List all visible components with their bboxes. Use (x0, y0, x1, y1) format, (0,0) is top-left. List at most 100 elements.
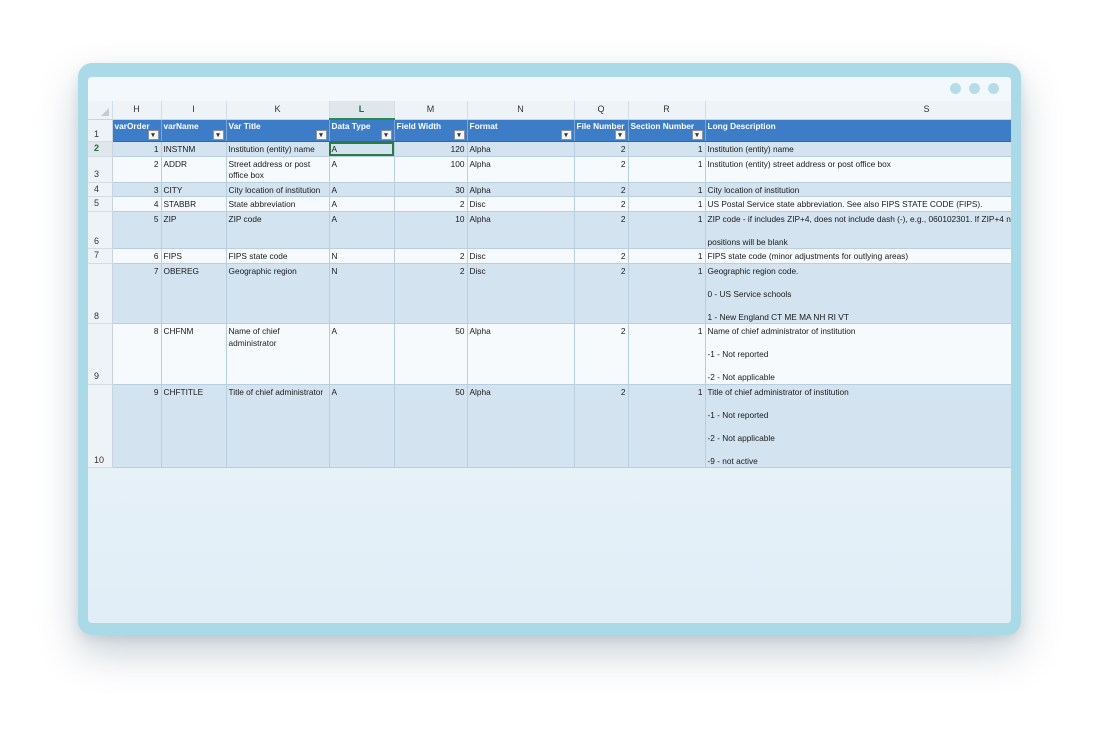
cell-format[interactable]: Disc (467, 263, 575, 324)
cell-format[interactable]: Alpha (467, 141, 575, 157)
cell-fieldwidth[interactable]: 2 (394, 196, 468, 212)
cell-vartitle[interactable]: Institution (entity) name (226, 141, 330, 157)
header-cell[interactable]: Section Number ▾ (628, 119, 706, 142)
cell-long-description[interactable]: Geographic region code. 0 - US Service sc… (705, 263, 1011, 324)
cell-long-description[interactable]: Institution (entity) name (705, 141, 1011, 157)
cell-filenumber[interactable]: 2 (574, 323, 629, 385)
cell-vartitle[interactable]: Street address or post office box (226, 156, 330, 183)
cell-datatype[interactable]: A (329, 196, 395, 212)
filter-dropdown-icon[interactable]: ▾ (691, 130, 703, 140)
cell-format[interactable]: Alpha (467, 384, 575, 468)
cell-long-description[interactable]: FIPS state code (minor adjustments for o… (705, 248, 1011, 264)
row-number[interactable]: 7 (88, 248, 113, 264)
column-header-k[interactable]: K (226, 101, 330, 120)
cell-long-description[interactable]: Title of chief administrator of institut… (705, 384, 1011, 468)
cell-format[interactable]: Alpha (467, 156, 575, 183)
cell-long-description[interactable]: ZIP code - if includes ZIP+4, does not i… (705, 211, 1011, 249)
column-header-h[interactable]: H (112, 101, 162, 120)
cell-varname[interactable]: ZIP (161, 211, 227, 249)
column-header-m[interactable]: M (394, 101, 468, 120)
cell-varorder[interactable]: 4 (112, 196, 162, 212)
cell-datatype[interactable]: A (329, 211, 395, 249)
cell-filenumber[interactable]: 2 (574, 141, 629, 157)
cell-sectionnumber[interactable]: 1 (628, 156, 706, 183)
row-number[interactable]: 2 (88, 141, 113, 157)
filter-dropdown-icon[interactable]: ▾ (212, 130, 224, 140)
cell-filenumber[interactable]: 2 (574, 248, 629, 264)
header-cell[interactable]: Field Width ▾ (394, 119, 468, 142)
filter-dropdown-icon[interactable]: ▾ (147, 130, 159, 140)
window-dot-icon[interactable] (950, 83, 961, 94)
cell-long-description[interactable]: US Postal Service state abbreviation. Se… (705, 196, 1011, 212)
row-number[interactable]: 8 (88, 263, 113, 324)
cell-filenumber[interactable]: 2 (574, 156, 629, 183)
filter-dropdown-icon[interactable]: ▾ (560, 130, 572, 140)
header-cell[interactable]: Long Description (705, 119, 1011, 142)
cell-format[interactable]: Alpha (467, 323, 575, 385)
cell-sectionnumber[interactable]: 1 (628, 384, 706, 468)
header-cell[interactable]: Format ▾ (467, 119, 575, 142)
column-header-s[interactable]: S (705, 101, 1011, 120)
cell-sectionnumber[interactable]: 1 (628, 196, 706, 212)
cell-sectionnumber[interactable]: 1 (628, 141, 706, 157)
cell-fieldwidth[interactable]: 50 (394, 384, 468, 468)
cell-fieldwidth[interactable]: 30 (394, 182, 468, 197)
cell-varname[interactable]: FIPS (161, 248, 227, 264)
cell-varorder[interactable]: 3 (112, 182, 162, 197)
row-number[interactable]: 10 (88, 384, 113, 468)
cell-filenumber[interactable]: 2 (574, 263, 629, 324)
header-cell[interactable]: Data Type ▾ (329, 119, 395, 142)
cell-filenumber[interactable]: 2 (574, 182, 629, 197)
select-all-corner[interactable] (88, 101, 113, 120)
cell-datatype[interactable]: A (329, 141, 395, 157)
cell-varname[interactable]: STABBR (161, 196, 227, 212)
cell-varname[interactable]: CITY (161, 182, 227, 197)
cell-sectionnumber[interactable]: 1 (628, 248, 706, 264)
cell-vartitle[interactable]: ZIP code (226, 211, 330, 249)
cell-vartitle[interactable]: FIPS state code (226, 248, 330, 264)
cell-vartitle[interactable]: Title of chief administrator (226, 384, 330, 468)
cell-varorder[interactable]: 2 (112, 156, 162, 183)
cell-varorder[interactable]: 7 (112, 263, 162, 324)
cell-varname[interactable]: INSTNM (161, 141, 227, 157)
filter-dropdown-icon[interactable]: ▾ (380, 130, 392, 140)
row-number[interactable]: 9 (88, 323, 113, 385)
cell-varorder[interactable]: 6 (112, 248, 162, 264)
cell-long-description[interactable]: Institution (entity) street address or p… (705, 156, 1011, 183)
cell-format[interactable]: Alpha (467, 211, 575, 249)
cell-varname[interactable]: CHFNM (161, 323, 227, 385)
cell-filenumber[interactable]: 2 (574, 384, 629, 468)
cell-datatype[interactable]: A (329, 384, 395, 468)
row-number[interactable]: 4 (88, 182, 113, 197)
cell-fieldwidth[interactable]: 2 (394, 248, 468, 264)
spreadsheet-grid[interactable]: H I K L M N Q R S 1 varOrder ▾ varName ▾ Var Title ▾ Dat… (88, 101, 1011, 557)
cell-sectionnumber[interactable]: 1 (628, 263, 706, 324)
row-number[interactable]: 6 (88, 211, 113, 249)
cell-varorder[interactable]: 8 (112, 323, 162, 385)
cell-format[interactable]: Alpha (467, 182, 575, 197)
cell-datatype[interactable]: A (329, 156, 395, 183)
cell-format[interactable]: Disc (467, 196, 575, 212)
cell-varname[interactable]: CHFTITLE (161, 384, 227, 468)
cell-varname[interactable]: OBEREG (161, 263, 227, 324)
cell-varname[interactable]: ADDR (161, 156, 227, 183)
cell-filenumber[interactable]: 2 (574, 211, 629, 249)
cell-long-description[interactable]: Name of chief administrator of instituti… (705, 323, 1011, 385)
cell-datatype[interactable]: A (329, 323, 395, 385)
column-header-i[interactable]: I (161, 101, 227, 120)
filter-dropdown-icon[interactable]: ▾ (315, 130, 327, 140)
cell-datatype[interactable]: N (329, 248, 395, 264)
cell-sectionnumber[interactable]: 1 (628, 211, 706, 249)
window-dot-icon[interactable] (988, 83, 999, 94)
cell-varorder[interactable]: 1 (112, 141, 162, 157)
column-header-n[interactable]: N (467, 101, 575, 120)
column-header-r[interactable]: R (628, 101, 706, 120)
cell-fieldwidth[interactable]: 2 (394, 263, 468, 324)
column-header-q[interactable]: Q (574, 101, 629, 120)
cell-varorder[interactable]: 5 (112, 211, 162, 249)
header-cell[interactable]: varOrder ▾ (112, 119, 162, 142)
cell-datatype[interactable]: A (329, 182, 395, 197)
row-number[interactable]: 3 (88, 156, 113, 183)
cell-vartitle[interactable]: Name of chief administrator (226, 323, 330, 385)
header-cell[interactable]: varName ▾ (161, 119, 227, 142)
